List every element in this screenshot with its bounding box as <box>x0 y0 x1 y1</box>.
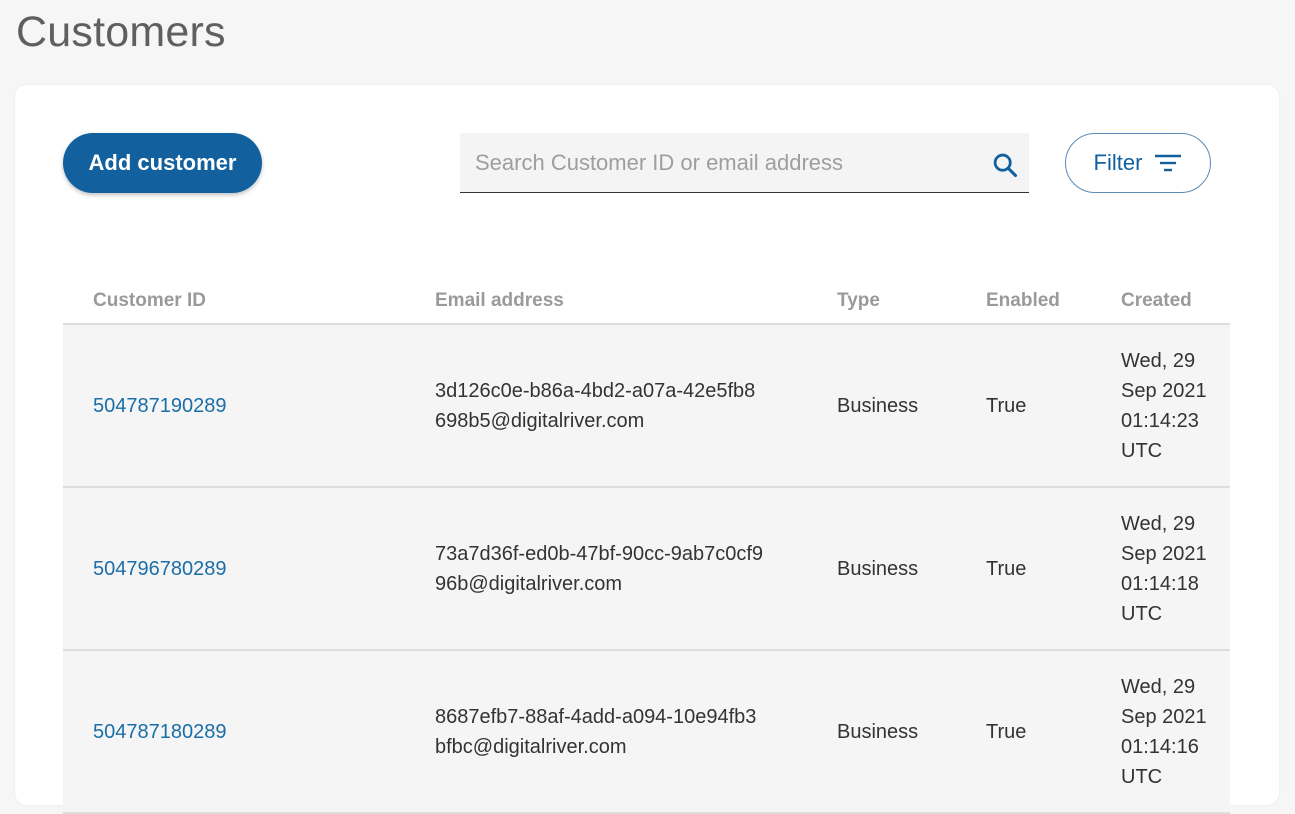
search-box <box>460 133 1029 193</box>
email-cell: 3d126c0e-b86a-4bd2-a07a-42e5fb8698b5@dig… <box>435 379 756 432</box>
email-cell: 73a7d36f-ed0b-47bf-90cc-9ab7c0cf996b@dig… <box>435 542 764 595</box>
customers-card: Add customer Filter Customer ID Email ad… <box>15 85 1279 814</box>
customer-id-link[interactable]: 504796780289 <box>93 554 226 584</box>
customers-table: Customer ID Email address Type Enabled C… <box>63 280 1230 814</box>
email-cell: 8687efb7-88af-4add-a094-10e94fb3bfbc@dig… <box>435 705 757 758</box>
customer-id-link[interactable]: 504787190289 <box>93 391 226 421</box>
page-title: Customers <box>16 8 226 56</box>
filter-label: Filter <box>1093 150 1143 175</box>
search-input[interactable] <box>460 133 980 192</box>
filter-lines-icon <box>1155 154 1182 172</box>
header-created[interactable]: Created <box>1121 290 1217 312</box>
table-header: Customer ID Email address Type Enabled C… <box>63 280 1230 325</box>
header-email[interactable]: Email address <box>435 290 765 312</box>
created-cell: Wed, 29 Sep 2021 01:14:16 UTC <box>1121 675 1207 788</box>
header-type[interactable]: Type <box>837 290 880 312</box>
table-row[interactable]: 504787180289 8687efb7-88af-4add-a094-10e… <box>63 651 1230 814</box>
created-cell: Wed, 29 Sep 2021 01:14:23 UTC <box>1121 349 1207 462</box>
customer-id-link[interactable]: 504787180289 <box>93 717 226 747</box>
search-icon[interactable] <box>991 151 1019 179</box>
type-cell: Business <box>837 720 919 743</box>
created-cell: Wed, 29 Sep 2021 01:14:18 UTC <box>1121 512 1207 625</box>
type-cell: Business <box>837 394 919 417</box>
add-customer-button[interactable]: Add customer <box>63 133 262 193</box>
enabled-cell: True <box>986 394 1027 417</box>
filter-button[interactable]: Filter <box>1065 133 1211 193</box>
header-customer-id[interactable]: Customer ID <box>93 290 206 312</box>
enabled-cell: True <box>986 720 1027 743</box>
table-row[interactable]: 504787190289 3d126c0e-b86a-4bd2-a07a-42e… <box>63 325 1230 488</box>
enabled-cell: True <box>986 557 1027 580</box>
type-cell: Business <box>837 557 919 580</box>
header-enabled[interactable]: Enabled <box>986 290 1060 312</box>
table-row[interactable]: 504796780289 73a7d36f-ed0b-47bf-90cc-9ab… <box>63 488 1230 651</box>
